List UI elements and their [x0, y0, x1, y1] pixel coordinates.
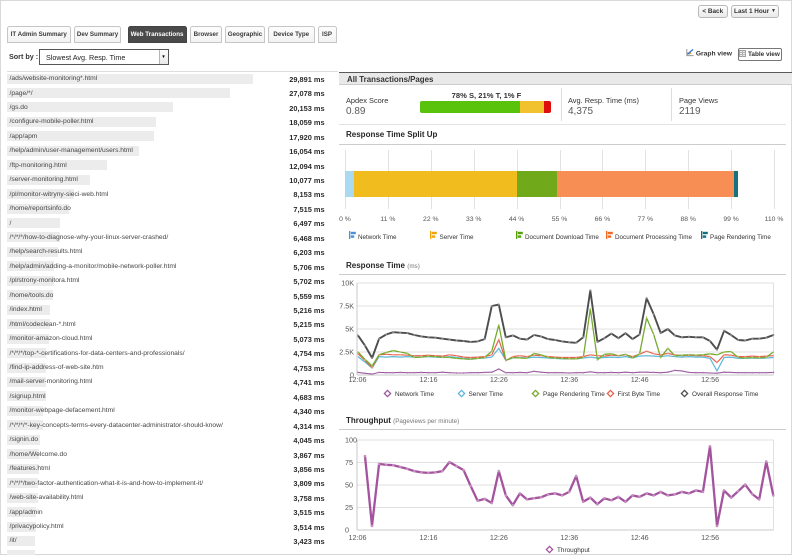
- svg-text:12:36: 12:36: [560, 376, 578, 384]
- svg-text:12:46: 12:46: [631, 376, 649, 384]
- svg-text:75: 75: [345, 458, 353, 467]
- svg-text:12:26: 12:26: [490, 376, 508, 384]
- svg-text:7.5K: 7.5K: [339, 302, 354, 311]
- svg-text:12:46: 12:46: [631, 534, 649, 542]
- svg-text:2.5K: 2.5K: [339, 348, 354, 357]
- svg-text:12:06: 12:06: [349, 376, 367, 384]
- svg-text:25: 25: [345, 503, 353, 512]
- svg-text:12:16: 12:16: [420, 376, 438, 384]
- svg-text:12:56: 12:56: [701, 376, 719, 384]
- svg-text:12:26: 12:26: [490, 534, 508, 542]
- svg-text:12:56: 12:56: [701, 534, 719, 542]
- svg-text:12:06: 12:06: [349, 534, 367, 542]
- svg-text:100: 100: [345, 436, 357, 445]
- svg-text:50: 50: [345, 481, 353, 490]
- svg-text:12:36: 12:36: [560, 534, 578, 542]
- svg-text:5K: 5K: [345, 325, 354, 334]
- svg-text:12:16: 12:16: [420, 534, 438, 542]
- svg-text:10K: 10K: [341, 279, 354, 288]
